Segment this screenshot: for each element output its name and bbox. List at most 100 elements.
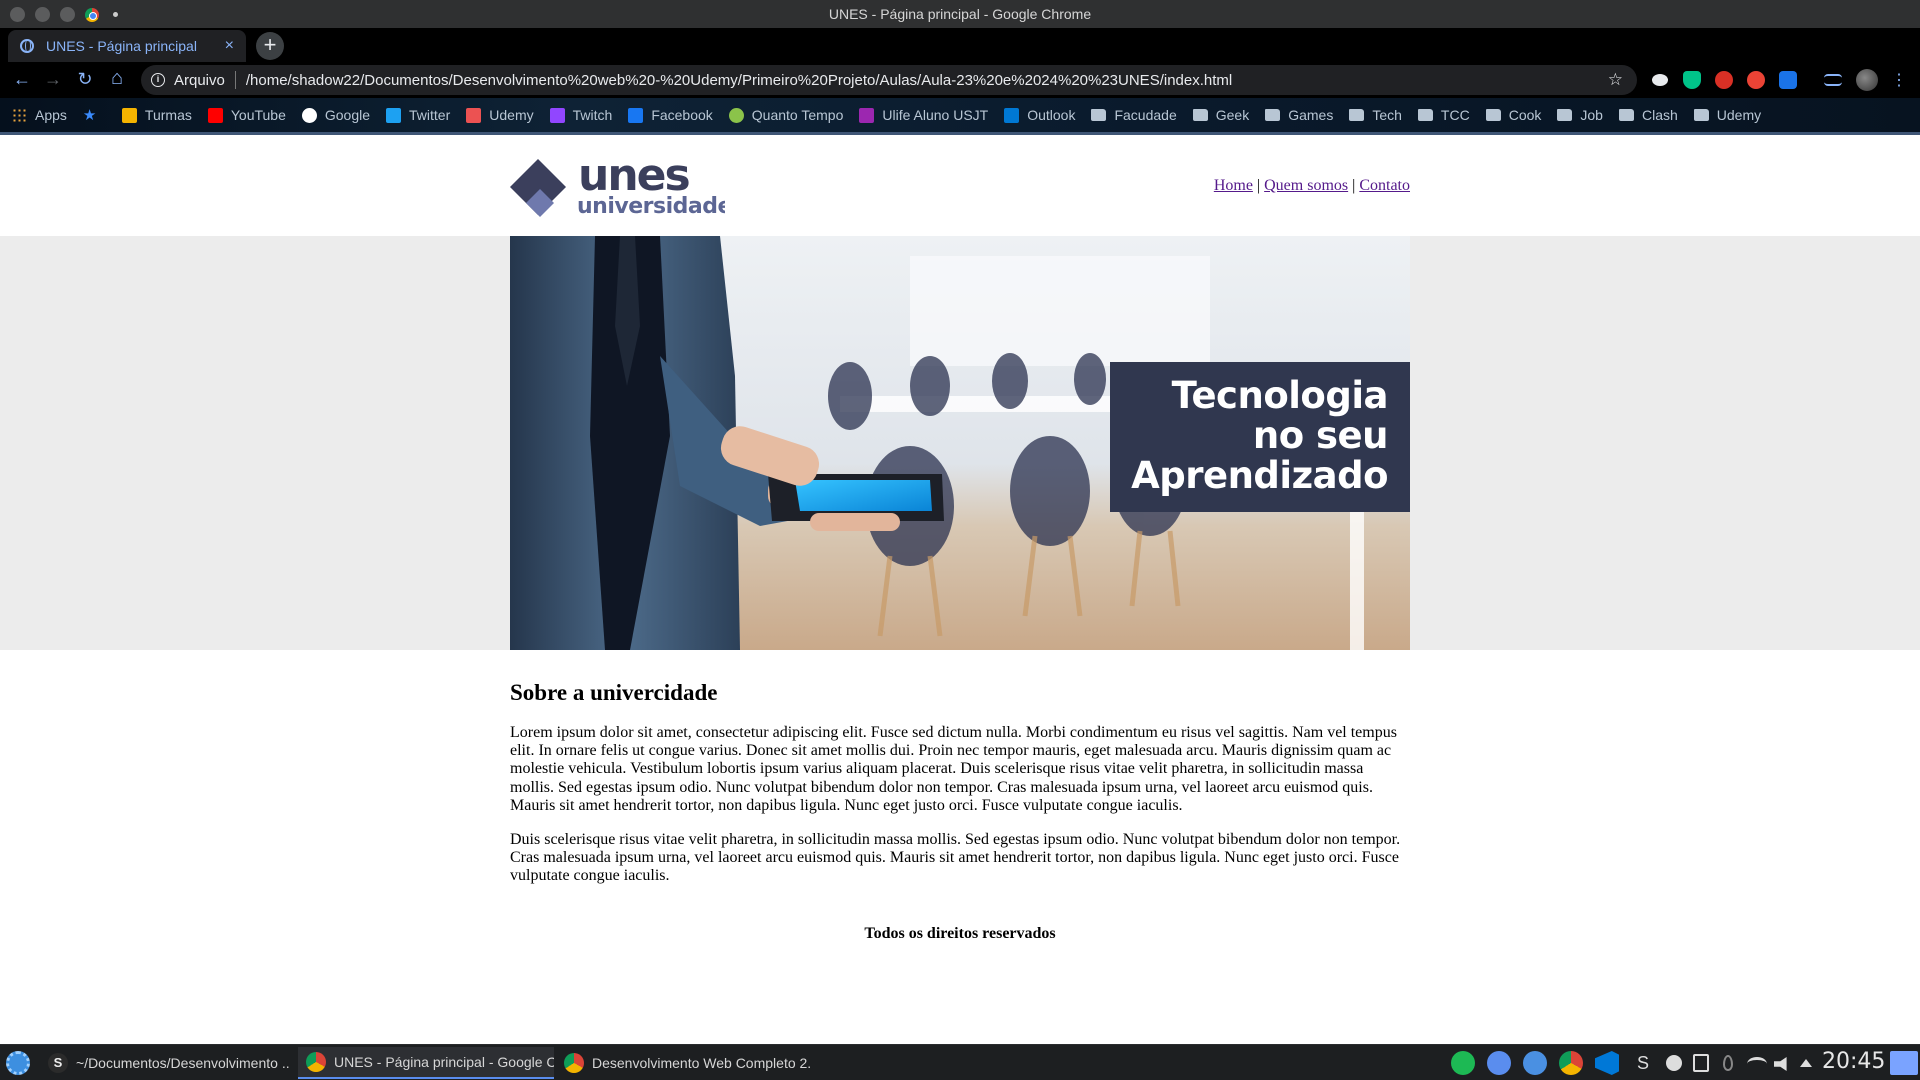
bookmark-outlook[interactable]: Outlook [1004,107,1075,123]
banner-line-2: no seu [1252,414,1389,457]
discord-icon[interactable] [1487,1051,1511,1075]
bookmark-quanto-tempo[interactable]: Quanto Tempo [728,107,844,123]
bookmark-udemy[interactable]: Udemy [1693,107,1762,123]
bookmark-geek[interactable]: Geek [1192,107,1250,123]
taskbar-item-chrome-unes[interactable]: UNES - Página principal - Google C... [298,1047,554,1079]
nav-separator: | [1352,177,1356,194]
section-heading: Sobre a univercidade [510,680,718,705]
media-play-icon[interactable] [1666,1055,1682,1071]
nav-about-link[interactable]: Quem somos [1264,177,1348,194]
folder-icon [1192,109,1208,121]
bookmark-ulife-aluno-usjt[interactable]: Ulife Aluno USJT [859,107,988,123]
taskbar: S ~/Documentos/Desenvolvimento ... UNES … [0,1044,1920,1080]
bookmark-label: Outlook [1027,107,1076,123]
bookmark-starred[interactable]: ★ [83,108,106,123]
window-title-bar: UNES - Página principal - Google Chrome [0,0,1920,28]
bookmark-twitter[interactable]: Twitter [386,107,450,123]
bookmark-facudade[interactable]: Facudade [1091,107,1177,123]
tab-title: UNES - Página principal [46,38,197,54]
bookmark-label: Tech [1372,107,1402,123]
bookmark-google[interactable]: Google [301,107,371,123]
google-icon [301,107,317,123]
bookmark-label: Quanto Tempo [751,107,844,123]
bookmark-tcc[interactable]: TCC [1417,107,1470,123]
folder-icon [1265,109,1281,121]
reload-button[interactable]: ↻ [74,69,96,90]
taskbar-item-chrome-udemy[interactable]: Desenvolvimento Web Completo 2... [556,1047,812,1079]
bookmark-apps[interactable]: Apps [12,107,67,123]
volume-icon[interactable] [1774,1057,1787,1071]
location-icon[interactable] [1723,1055,1733,1071]
folder-icon [1693,109,1709,121]
ulife-icon [859,107,875,123]
new-tab-button[interactable]: + [256,32,284,60]
banner-line-3: Aprendizado [1131,454,1388,497]
tab-unes[interactable]: UNES - Página principal × [8,30,246,62]
translate-extension-icon[interactable] [1779,71,1797,89]
taskbar-item-label: UNES - Página principal - Google C... [334,1054,554,1070]
menu-kebab-icon[interactable]: ⋮ [1888,70,1910,90]
terminal-tray-icon[interactable]: S [1631,1051,1655,1075]
media-controls-icon[interactable] [1824,74,1842,86]
nav-contact-link[interactable]: Contato [1359,177,1410,194]
app-launcher-icon[interactable] [6,1051,30,1075]
spotify-icon[interactable] [1451,1051,1475,1075]
chrome-icon [564,1053,584,1073]
bookmark-turmas[interactable]: Turmas [121,107,192,123]
bookmark-label: Geek [1215,107,1250,123]
bookmark-youtube[interactable]: YouTube [207,107,286,123]
vscode-icon[interactable] [1595,1051,1619,1075]
bookmark-job[interactable]: Job [1557,107,1603,123]
folder-icon [1618,109,1634,121]
shield-extension-icon[interactable] [1683,71,1701,89]
clock[interactable]: 20:45 [1822,1049,1885,1074]
adblock-extension-icon[interactable] [1715,71,1733,89]
nav-home-link[interactable]: Home [1214,177,1253,194]
paragraph-1: Lorem ipsum dolor sit amet, consectetur … [510,724,1397,814]
close-tab-button[interactable]: × [225,37,234,55]
files-icon[interactable] [1523,1051,1547,1075]
back-button[interactable]: ← [11,69,33,90]
bookmark-twitch[interactable]: Twitch [549,107,612,123]
bookmark-star-icon[interactable]: ☆ [1608,70,1623,90]
forward-button[interactable]: → [42,69,64,90]
bookmark-label: Google [324,107,371,123]
bookmark-label: Job [1580,107,1603,123]
bookmark-tech[interactable]: Tech [1349,107,1402,123]
bookmark-games[interactable]: Games [1265,107,1333,123]
hand-extension-icon[interactable] [1747,71,1765,89]
bookmark-facebook[interactable]: Facebook [628,107,713,123]
profile-avatar[interactable] [1856,69,1878,91]
clipboard-icon[interactable] [1693,1054,1709,1072]
chrome-icon [306,1052,326,1072]
home-button[interactable]: ⌂ [106,67,128,90]
taskbar-item-terminal[interactable]: S ~/Documentos/Desenvolvimento ... [40,1047,290,1079]
terminal-icon: S [48,1053,68,1073]
bookmark-udemy[interactable]: Udemy [466,107,534,123]
url-text[interactable]: /home/shadow22/Documentos/Desenvolviment… [246,72,1608,89]
udemy-icon [466,107,482,123]
tab-strip: UNES - Página principal × + [0,28,1920,62]
globe-icon [20,39,34,53]
bookmark-label: Udemy [1716,107,1762,123]
address-bar[interactable]: i Arquivo /home/shadow22/Documentos/Dese… [141,65,1637,95]
taskbar-item-label: ~/Documentos/Desenvolvimento ... [76,1055,290,1071]
bookmark-clash[interactable]: Clash [1618,107,1678,123]
facebook-icon [628,107,644,123]
folder-icon [1417,109,1433,121]
wifi-icon[interactable] [1747,1057,1767,1071]
tray-expand-icon[interactable] [1800,1059,1812,1067]
apps-grid-icon [12,107,27,123]
bookmark-label: Facudade [1114,107,1177,123]
paragraph-2: Duis scelerisque risus vitae velit phare… [510,831,1401,885]
show-desktop-button[interactable] [1890,1051,1918,1075]
web-page: unes universidade Home | Quem somos | Co… [0,135,1920,1044]
banner-line-1: Tecnologia [1171,374,1389,417]
unes-logo[interactable]: unes universidade [510,150,732,219]
incognito-extension-icon[interactable] [1652,74,1668,86]
chrome-icon[interactable] [1559,1051,1583,1075]
folder-icon [1557,109,1573,121]
bookmark-label: Twitter [409,107,451,123]
info-icon[interactable]: i [151,73,165,87]
bookmark-cook[interactable]: Cook [1485,107,1541,123]
